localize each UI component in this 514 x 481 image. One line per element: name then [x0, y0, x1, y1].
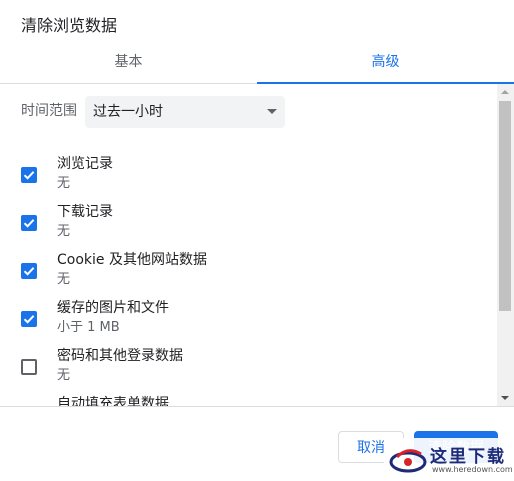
item-browsing-history: 浏览记录 无: [0, 156, 496, 207]
checkbox-cache[interactable]: [21, 311, 37, 327]
item-sub: 小于 1 MB: [57, 320, 120, 335]
item-sub: 无: [57, 176, 71, 191]
scroll-up-arrow-icon[interactable]: [501, 90, 509, 94]
item-label: 缓存的图片和文件: [57, 300, 169, 316]
item-passwords: 密码和其他登录数据 无: [0, 348, 496, 399]
tab-advanced[interactable]: 高级: [257, 44, 514, 84]
scroll-down-arrow-icon[interactable]: [501, 396, 509, 400]
watermark-logo-icon: [389, 449, 427, 473]
item-cookies: Cookie 及其他网站数据 无: [0, 252, 496, 303]
advanced-content: 时间范围 过去一小时 浏览记录 无 下载记录 无 Cookie 及其他网站数据 …: [0, 84, 500, 406]
checkmark-icon: [23, 315, 35, 324]
item-label: Cookie 及其他网站数据: [57, 252, 207, 268]
item-label: 浏览记录: [57, 156, 113, 172]
footer-divider: [0, 406, 514, 407]
item-label: 密码和其他登录数据: [57, 348, 183, 364]
checkmark-icon: [23, 267, 35, 276]
dialog-title: 清除浏览数据: [21, 16, 118, 35]
item-sub: 无: [57, 224, 71, 239]
scrollbar[interactable]: [497, 84, 514, 406]
watermark: 这里下载 www.heredown.com: [384, 438, 514, 481]
scroll-thumb[interactable]: [499, 101, 511, 311]
item-cache: 缓存的图片和文件 小于 1 MB: [0, 300, 496, 351]
checkbox-cookies[interactable]: [21, 263, 37, 279]
checkbox-browsing-history[interactable]: [21, 167, 37, 183]
checkmark-icon: [23, 171, 35, 180]
item-autofill: 自动填充表单数据: [0, 396, 496, 406]
watermark-text: 这里下载: [430, 447, 506, 467]
tab-bar: 基本 高级: [0, 44, 514, 84]
time-range-select[interactable]: 过去一小时: [85, 96, 285, 128]
tab-advanced-label: 高级: [371, 54, 400, 70]
item-sub: 无: [57, 368, 71, 383]
time-range-label: 时间范围: [21, 103, 77, 119]
tab-basic[interactable]: 基本: [0, 44, 257, 83]
clear-browsing-data-dialog: 清除浏览数据 基本 高级 时间范围 过去一小时 浏览记录 无 下载记录 无 Co…: [0, 0, 514, 481]
dropdown-arrow-icon: [267, 109, 277, 114]
item-download-history: 下载记录 无: [0, 204, 496, 255]
checkmark-icon: [23, 219, 35, 228]
item-sub: 无: [57, 272, 71, 287]
checkbox-passwords[interactable]: [21, 359, 37, 375]
checkbox-download-history[interactable]: [21, 215, 37, 231]
watermark-url: www.heredown.com: [432, 465, 513, 474]
item-label: 下载记录: [57, 204, 113, 220]
time-range-value: 过去一小时: [93, 104, 163, 120]
item-label: 自动填充表单数据: [57, 396, 169, 406]
